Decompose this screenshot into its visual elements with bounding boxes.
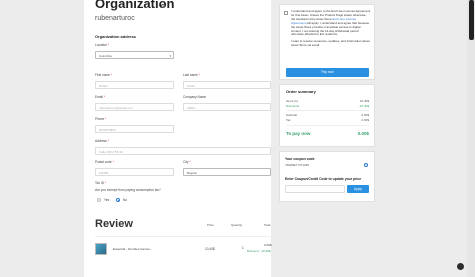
- email-field[interactable]: rubenarturoc@gmail.com: [95, 103, 174, 111]
- address-section-title: Organization address: [95, 34, 136, 39]
- price-column-header: Price: [207, 223, 214, 227]
- coupon-title: Your coupon code: [285, 157, 315, 161]
- product-thumbnail[interactable]: [95, 243, 107, 255]
- email-label: Email *: [95, 95, 106, 99]
- credit-code-title: Enter Coupon/Credit Code to update your …: [285, 177, 362, 181]
- tax-exempt-no-label: No: [123, 198, 128, 202]
- scrollbar-track[interactable]: [467, 0, 475, 277]
- tax-exempt-no-radio[interactable]: [116, 198, 120, 202]
- page-margin: [0, 0, 84, 277]
- apply-button[interactable]: Apply: [347, 185, 369, 193]
- location-label: Location *: [95, 43, 110, 47]
- first-name-field[interactable]: Rubén: [95, 81, 174, 89]
- postal-code-field[interactable]: 111156: [95, 168, 174, 176]
- subtotal-row: Subtotal 0.00$: [286, 113, 369, 117]
- order-summary-title: Order summary: [286, 89, 316, 94]
- divider: [95, 236, 275, 237]
- product-total: 0.00$: [264, 243, 272, 247]
- tax-id-label: Tax ID *: [95, 181, 107, 185]
- credit-code-input[interactable]: [285, 185, 345, 193]
- items-row: Items (1) 10.40$: [286, 99, 369, 103]
- scrollbar-thumb[interactable]: [469, 0, 474, 40]
- product-name[interactable]: Essential - Zombies Games -: [113, 247, 152, 251]
- location-select[interactable]: Colombia ▾: [95, 51, 174, 59]
- phone-label: Phone *: [95, 117, 107, 121]
- terms-checkbox[interactable]: [284, 11, 288, 15]
- first-name-label: First name *: [95, 73, 113, 77]
- company-field[interactable]: ARRA: [183, 103, 271, 111]
- total-column-header: Total: [264, 223, 271, 227]
- product-discount: Discount: -10.40$: [247, 249, 271, 253]
- terms-text: I understand and agree to the End User L…: [291, 9, 371, 48]
- coupon-code: 74E80E77471295: [285, 163, 310, 167]
- remove-coupon-icon[interactable]: [364, 163, 368, 167]
- city-field[interactable]: Bogotá: [183, 168, 271, 176]
- avatar[interactable]: [457, 263, 464, 270]
- product-quantity: 1: [242, 246, 244, 250]
- postal-code-label: Postal code *: [95, 160, 114, 164]
- city-label: City *: [183, 160, 191, 164]
- to-pay-row: To pay now 0.00$: [286, 131, 369, 136]
- company-label: Company Name: [183, 95, 207, 99]
- chevron-down-icon: ▾: [169, 54, 171, 58]
- product-price: 10,40$: [205, 247, 215, 251]
- info-icon[interactable]: [161, 4, 165, 8]
- review-title: Review: [95, 218, 133, 230]
- divider: [286, 110, 369, 111]
- tax-exempt-yes-label: Yes: [104, 198, 110, 202]
- address-label: Address *: [95, 139, 109, 143]
- discount-row: Discounts -10.40$: [286, 104, 369, 108]
- tax-exempt-question: Are you exempt from paying consumption t…: [95, 188, 161, 192]
- promo-text: I want to receive resources, updates, an…: [291, 39, 370, 48]
- divider: [286, 125, 369, 126]
- last-name-field[interactable]: Arturo: [183, 81, 271, 89]
- quantity-column-header: Quantity: [231, 223, 243, 227]
- tax-row: Tax 0.00$: [286, 118, 369, 122]
- tax-exempt-yes-radio[interactable]: [97, 198, 101, 202]
- address-field[interactable]: Calle 150 # 55-33: [95, 147, 271, 155]
- last-name-label: Last name *: [183, 73, 201, 77]
- pay-now-button[interactable]: Pay now: [286, 68, 369, 77]
- phone-field[interactable]: 3013974820: [95, 125, 174, 133]
- organization-name: rubenarturoc: [95, 15, 135, 22]
